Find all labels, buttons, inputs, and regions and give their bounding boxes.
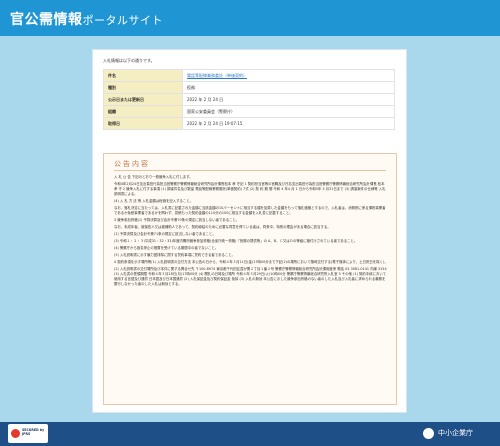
notice-paragraph: なお、落札決定に当たっては、入札書に記載された金額に当該金額の10パーセントに相… — [114, 206, 386, 215]
row-key: 取得日 — [103, 117, 183, 130]
notice-paragraph: (4) 入 札 方 法 等 入札金額は総価を記入すること。 — [114, 199, 194, 203]
notice-paragraph: (4) 警察庁から指名停止の措置を受けている期間中の者でないこと。 — [114, 246, 219, 250]
notice-box: 公告内容 入 札 公 告 下記のとおり一般競争入札に付します。 令和4年2月24… — [103, 153, 397, 405]
notice-paragraph: (3) 令和１・２・３(平成31・32・33)年度内閣府競争参加資格(全省庁統一… — [114, 239, 358, 243]
row-value: 2022 年 2 月 24 日 — [182, 93, 395, 106]
notice-paragraph: 入 札 公 告 下記のとおり一般競争入札に付します。 — [114, 175, 193, 179]
ssl-badge[interactable]: SECURED by JPRS — [8, 424, 48, 443]
ssl-seal-icon — [11, 429, 20, 438]
notice-paragraph: (5) 入札説明書に示す暴力団排除に関する誓約事項に誓約できる者であること。 — [114, 253, 236, 257]
notice-title: 公告内容 — [114, 160, 150, 168]
table-row: 種別 役務 — [103, 81, 395, 94]
site-logo[interactable]: 官公需情報ポータルサイト — [10, 9, 163, 29]
row-value: 役務 — [182, 81, 395, 94]
table-row: 取得日 2022 年 2 月 24 日 19:07:15 — [103, 117, 395, 130]
row-key: 公示日または更新日 — [103, 93, 183, 106]
subject-link[interactable]: 電話等配線業務委託（単価契約） — [187, 73, 247, 78]
table-row: 件名 電話等配線業務委託（単価契約） — [103, 69, 395, 82]
table-row: 公示日または更新日 2022 年 2 月 24 日 — [103, 93, 395, 106]
site-title-sub: ポータルサイト — [82, 14, 163, 27]
agency-name[interactable]: 中小企業庁 — [438, 428, 473, 438]
ssl-badge-text: SECURED by JPRS — [22, 428, 45, 436]
info-table: 件名 電話等配線業務委託（単価契約） 種別 役務 公示日または更新日 2022 … — [103, 69, 395, 130]
notice-paragraph: (2) 入札説明書の交付場所及び本件に関する問合せ先 〒100-8974 東京都… — [114, 267, 387, 286]
site-title-main: 官公需情報 — [10, 12, 83, 28]
intro-text: 入札情報は以下の通りです。 — [103, 58, 155, 63]
site-footer: SECURED by JPRS 中小企業庁 — [0, 422, 500, 446]
notice-paragraph: 4 契約条項を示す場所等(1) 入札説明書の交付方法 本公告の日から、令和４年３… — [114, 260, 388, 264]
row-value: 2022 年 2 月 24 日 19:07:15 — [182, 117, 395, 130]
table-row: 組織 国家公安委員会（警察庁） — [103, 105, 395, 118]
site-header: 官公需情報ポータルサイト — [0, 0, 500, 36]
notice-divider — [114, 170, 386, 171]
notice-paragraph: なお、未成年者、被保佐人又は被補助人であって、契約締結のために必要な同意を得てい… — [114, 225, 331, 229]
notice-paragraph: 令和4年2月24日支出負担行為担当官警察庁警察情報総合研究所会計課長松本 孝 守… — [114, 182, 386, 196]
agency-logo-icon — [423, 428, 434, 439]
content-card: 入札情報は以下の通りです。 件名 電話等配線業務委託（単価契約） 種別 役務 公… — [92, 49, 407, 413]
notice-paragraph: (2) 予算決算及び会計令第71条の規定に該当しない者であること。 — [114, 232, 216, 236]
row-value: 電話等配線業務委託（単価契約） — [182, 69, 395, 82]
notice-paragraph: 3 競争参加資格(1) 予算決算及び会計令第70条の規定に該当しない者であること… — [114, 218, 240, 222]
row-key: 種別 — [103, 81, 183, 94]
notice-body: 入 札 公 告 下記のとおり一般競争入札に付します。 令和4年2月24日支出負担… — [114, 175, 388, 289]
row-key: 組織 — [103, 105, 183, 118]
row-value: 国家公安委員会（警察庁） — [182, 105, 395, 118]
row-key: 件名 — [103, 69, 183, 82]
